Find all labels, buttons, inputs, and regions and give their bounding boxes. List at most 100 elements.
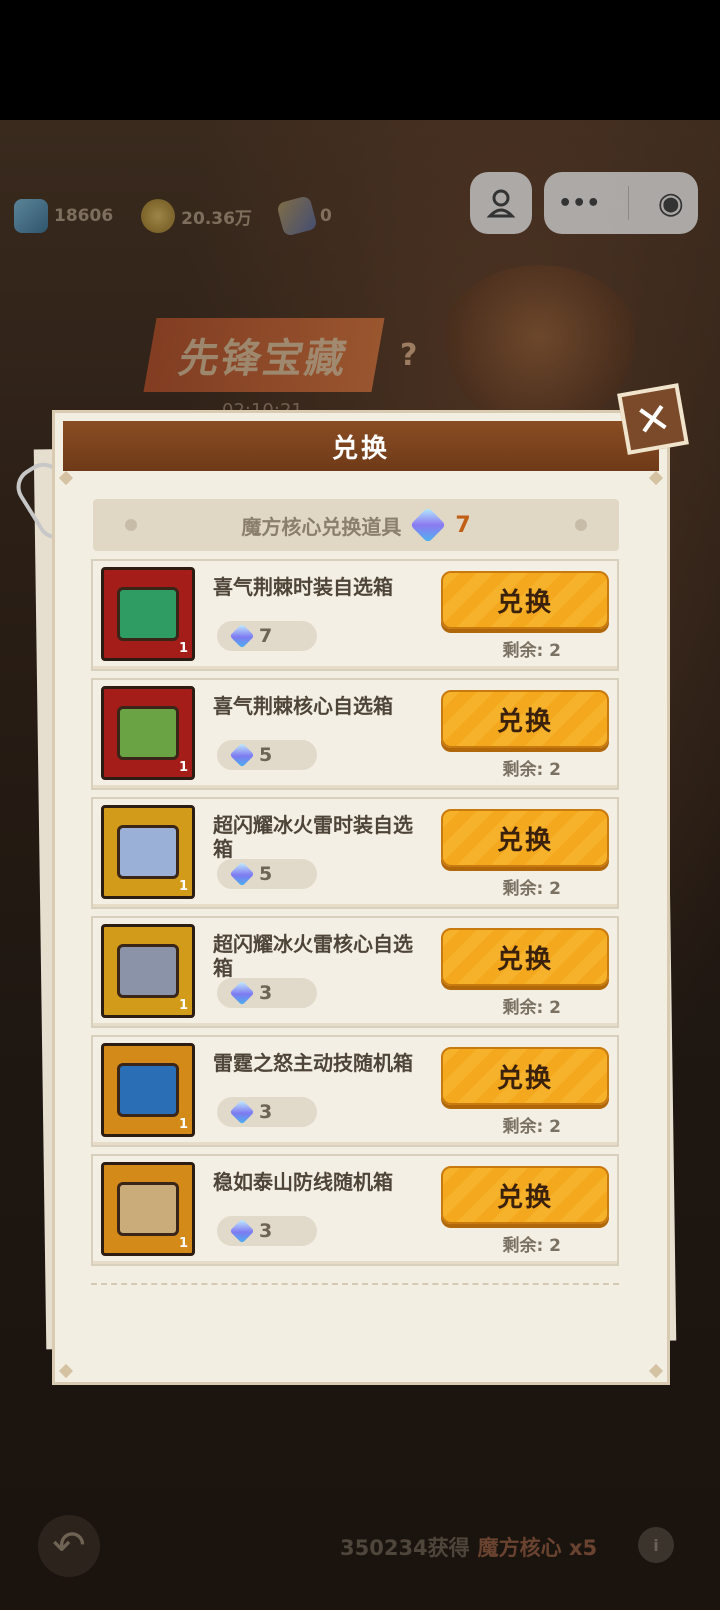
exchange-button[interactable]: 兑换 <box>441 809 609 867</box>
user-button[interactable] <box>470 172 532 234</box>
corner-decor <box>58 470 74 486</box>
item-quantity: 1 <box>178 879 188 894</box>
item-icon[interactable]: 1 <box>101 805 195 899</box>
cost-value: 3 <box>259 1220 273 1242</box>
info-label: 魔方核心兑换道具 <box>241 514 402 539</box>
decor-dot <box>125 519 137 531</box>
more-icon[interactable]: ••• <box>558 191 600 216</box>
item-cost: 3 <box>217 1216 317 1246</box>
card-icon <box>276 195 318 237</box>
item-icon[interactable]: 1 <box>101 686 195 780</box>
gift-box-icon <box>117 706 179 760</box>
gem-resource[interactable]: 18606 <box>14 199 113 233</box>
gem-icon <box>14 199 48 233</box>
gift-box-icon <box>117 944 179 998</box>
gift-box-icon <box>117 825 179 879</box>
capsule-divider <box>628 186 630 220</box>
card-resource[interactable]: 0 <box>276 195 332 237</box>
exchange-button[interactable]: 兑换 <box>441 1047 609 1105</box>
coin-icon <box>141 199 176 233</box>
item-quantity: 1 <box>178 760 188 775</box>
corner-decor <box>58 1363 74 1379</box>
broadcast-reward: 魔方核心 x5 <box>477 1536 598 1560</box>
close-button[interactable]: ✕ <box>617 383 689 455</box>
item-name: 超闪耀冰火雷时装自选箱 <box>213 813 413 861</box>
item-cost: 7 <box>217 621 317 651</box>
exchange-button[interactable]: 兑换 <box>441 1166 609 1224</box>
cost-value: 5 <box>259 744 273 766</box>
item-icon[interactable]: 1 <box>101 567 195 661</box>
exchange-row: 1 稳如泰山防线随机箱 3 兑换 剩余: 2 <box>91 1154 619 1266</box>
broadcast-text: 350234获得 魔方核心 x5 <box>340 1532 597 1562</box>
info-count: 7 <box>455 512 471 538</box>
capsule-menu: ••• ◉ <box>544 172 698 234</box>
item-quantity: 1 <box>178 1117 188 1132</box>
cube-core-icon <box>229 1099 255 1125</box>
exchange-row: 1 喜气荆棘时装自选箱 7 兑换 剩余: 2 <box>91 559 619 671</box>
currency-info-bar: 魔方核心兑换道具 7 <box>93 499 619 551</box>
coin-value: 20.36万 <box>181 208 252 229</box>
back-button[interactable]: ↶ <box>38 1515 100 1577</box>
item-icon[interactable]: 1 <box>101 1162 195 1256</box>
item-cost: 3 <box>217 978 317 1008</box>
status-area <box>0 0 720 120</box>
list-divider <box>91 1283 619 1285</box>
exchange-row: 1 超闪耀冰火雷时装自选箱 5 兑换 剩余: 2 <box>91 797 619 909</box>
item-quantity: 1 <box>178 641 188 656</box>
item-name: 超闪耀冰火雷核心自选箱 <box>213 932 413 980</box>
banner-title: 先锋宝藏 <box>143 318 385 392</box>
cost-value: 3 <box>259 982 273 1004</box>
item-quantity: 1 <box>178 998 188 1013</box>
broadcast-user: 350234获得 <box>340 1536 470 1560</box>
exchange-button[interactable]: 兑换 <box>441 928 609 986</box>
exchange-list[interactable]: 1 喜气荆棘时装自选箱 7 兑换 剩余: 2 1 喜气荆棘核心自选箱 5 兑换 … <box>91 559 619 1271</box>
cube-core-icon <box>229 980 255 1006</box>
card-value: 0 <box>319 206 332 226</box>
item-name: 稳如泰山防线随机箱 <box>213 1170 393 1194</box>
help-icon[interactable]: ? <box>400 338 417 373</box>
decor-dot <box>575 519 587 531</box>
item-name: 雷霆之怒主动技随机箱 <box>213 1051 413 1075</box>
gift-box-icon <box>117 587 179 641</box>
cube-core-icon <box>229 623 255 649</box>
gift-box-icon <box>117 1182 179 1236</box>
item-cost: 5 <box>217 859 317 889</box>
exchange-button[interactable]: 兑换 <box>441 690 609 748</box>
remaining-count: 剩余: 2 <box>502 1117 561 1137</box>
record-icon[interactable]: ◉ <box>658 186 684 221</box>
item-name: 喜气荆棘时装自选箱 <box>213 575 393 599</box>
exchange-button[interactable]: 兑换 <box>441 571 609 629</box>
item-cost: 3 <box>217 1097 317 1127</box>
corner-decor <box>648 1363 664 1379</box>
remaining-count: 剩余: 2 <box>502 641 561 661</box>
exchange-row: 1 超闪耀冰火雷核心自选箱 3 兑换 剩余: 2 <box>91 916 619 1028</box>
character-art <box>440 265 640 425</box>
cube-core-icon <box>229 1218 255 1244</box>
person-icon <box>486 189 516 218</box>
cube-core-icon <box>229 742 255 768</box>
item-icon[interactable]: 1 <box>101 924 195 1018</box>
info-icon[interactable]: i <box>638 1527 674 1563</box>
cube-core-icon <box>410 506 447 544</box>
cube-core-icon <box>229 861 255 887</box>
exchange-row: 1 喜气荆棘核心自选箱 5 兑换 剩余: 2 <box>91 678 619 790</box>
remaining-count: 剩余: 2 <box>502 998 561 1018</box>
item-name: 喜气荆棘核心自选箱 <box>213 694 393 718</box>
exchange-modal: 兑换 魔方核心兑换道具 7 1 喜气荆棘时装自选箱 7 兑换 剩余: 2 1 喜… <box>52 410 670 1385</box>
mini-program-capsule: ••• ◉ <box>470 172 698 234</box>
modal-title: 兑换 <box>63 421 659 471</box>
exchange-row: 1 雷霆之怒主动技随机箱 3 兑换 剩余: 2 <box>91 1035 619 1147</box>
resource-bar: 18606 20.36万 0 <box>14 195 332 237</box>
cost-value: 3 <box>259 1101 273 1123</box>
gift-box-icon <box>117 1063 179 1117</box>
item-cost: 5 <box>217 740 317 770</box>
corner-decor <box>648 470 664 486</box>
item-icon[interactable]: 1 <box>101 1043 195 1137</box>
coin-resource[interactable]: 20.36万 <box>141 199 252 233</box>
cost-value: 7 <box>259 625 273 647</box>
remaining-count: 剩余: 2 <box>502 879 561 899</box>
cost-value: 5 <box>259 863 273 885</box>
remaining-count: 剩余: 2 <box>502 760 561 780</box>
remaining-count: 剩余: 2 <box>502 1236 561 1256</box>
item-quantity: 1 <box>178 1236 188 1251</box>
